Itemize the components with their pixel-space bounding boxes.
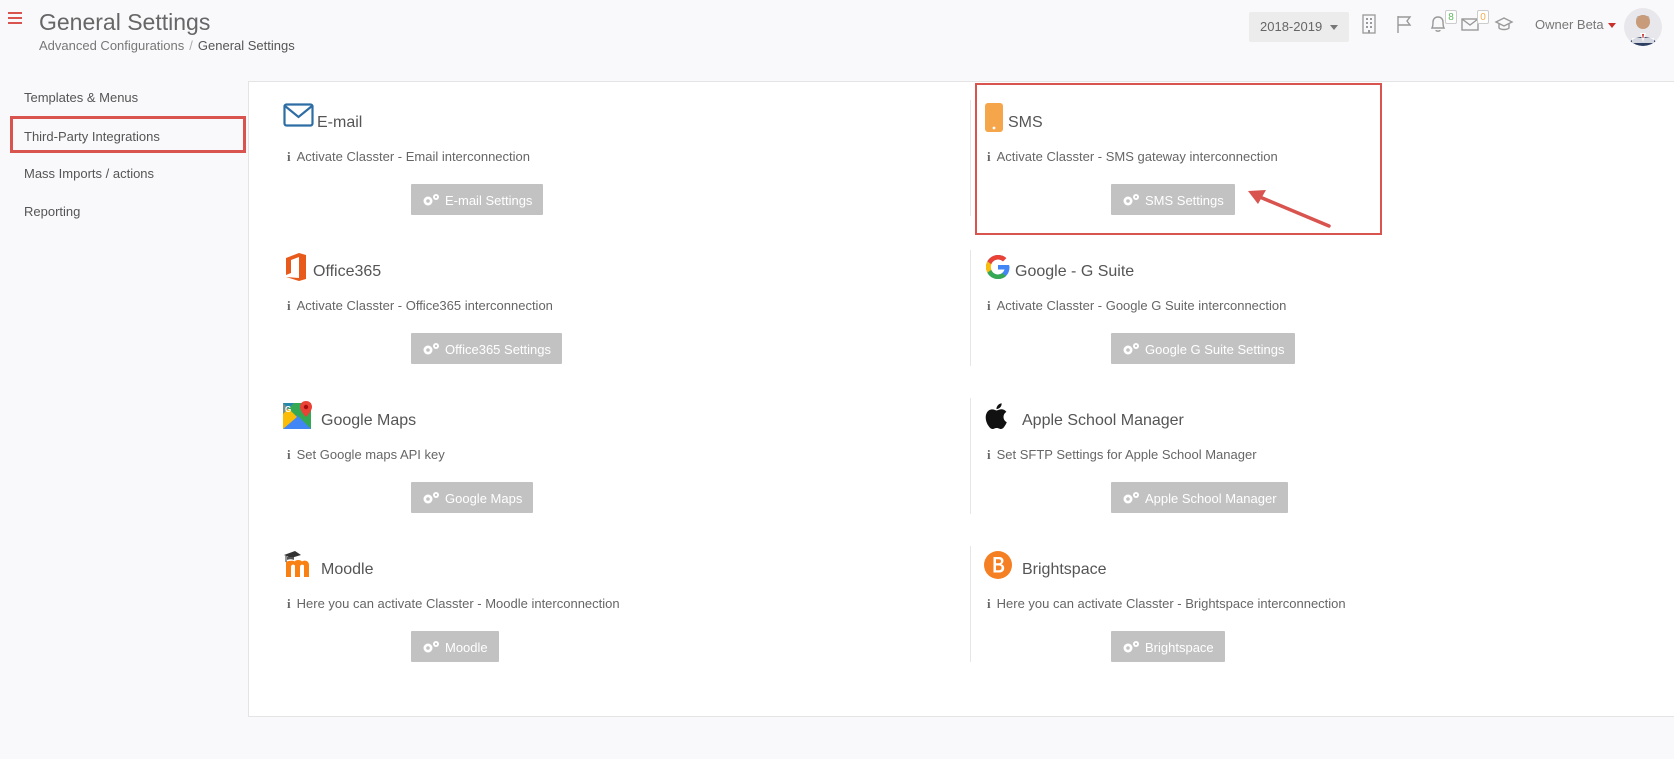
card-description-text: Activate Classter - Email interconnectio…	[296, 149, 530, 164]
flag-icon[interactable]	[1395, 14, 1417, 36]
cogs-icon	[1123, 641, 1139, 653]
card-description: i Activate Classter - Google G Suite inte…	[987, 298, 1286, 314]
graduation-cap-icon[interactable]	[1494, 14, 1516, 36]
button-label: Google G Suite Settings	[1145, 342, 1285, 357]
card-title: Apple School Manager	[1022, 412, 1184, 429]
brightspace-icon	[983, 550, 1015, 582]
annotation-arrow-icon	[1248, 190, 1331, 228]
google-maps-icon: G	[283, 401, 315, 433]
button-label: Office365 Settings	[445, 342, 551, 357]
envelope-icon[interactable]: 0	[1460, 10, 1489, 36]
card-description: i Activate Classter - Office365 interconn…	[287, 298, 553, 314]
column-divider	[970, 398, 971, 514]
card-description-text: Set SFTP Settings for Apple School Manag…	[996, 447, 1257, 462]
card-title: Moodle	[321, 561, 374, 578]
cogs-icon	[423, 492, 439, 504]
office365-settings-button[interactable]: Office365 Settings	[411, 333, 562, 364]
info-icon: i	[987, 596, 991, 611]
apple-icon	[983, 401, 1015, 433]
messages-badge: 0	[1477, 10, 1489, 24]
chevron-down-icon	[1330, 25, 1339, 31]
sidebar-item-templates-menus[interactable]: Templates & Menus	[24, 90, 138, 105]
sidebar-item-label: Third-Party Integrations	[24, 129, 160, 144]
button-label: Brightspace	[1145, 640, 1214, 655]
card-description-text: Activate Classter - Office365 interconne…	[296, 298, 553, 313]
info-icon: i	[287, 596, 291, 611]
cogs-icon	[1123, 492, 1139, 504]
school-year-value: 2018-2019	[1260, 19, 1323, 34]
page-title: General Settings	[39, 9, 211, 35]
chevron-down-icon	[1607, 23, 1616, 29]
envelope-icon	[283, 103, 315, 135]
building-icon[interactable]	[1360, 14, 1382, 36]
cogs-icon	[423, 343, 439, 355]
column-divider	[970, 250, 971, 366]
bell-icon[interactable]: 8	[1428, 10, 1457, 36]
breadcrumb-current: General Settings	[197, 38, 295, 53]
info-icon: i	[987, 298, 991, 313]
card-title: Brightspace	[1022, 561, 1107, 578]
svg-text:G: G	[285, 405, 291, 414]
cogs-icon	[423, 194, 439, 206]
google-icon	[983, 252, 1015, 284]
integration-card-google-gsuite: Google - G Suite i Activate Classter - Go…	[983, 252, 1603, 382]
sidebar-item-mass-imports[interactable]: Mass Imports / actions	[24, 166, 154, 181]
integration-card-apple-school-manager: Apple School Manager i Set SFTP Settings …	[983, 401, 1603, 531]
card-description: i Here you can activate Classter - Bright…	[987, 596, 1346, 612]
card-description: i Activate Classter - Email interconnecti…	[287, 149, 530, 165]
card-description-text: Here you can activate Classter - Brights…	[996, 596, 1346, 611]
integration-card-google-maps: G Google Maps i Set Google maps API key G…	[283, 401, 903, 531]
google-maps-button[interactable]: Google Maps	[411, 482, 534, 513]
info-icon: i	[287, 447, 291, 462]
breadcrumb-link-advanced-configurations[interactable]: Advanced Configurations	[39, 38, 184, 53]
card-description-text: Here you can activate Classter - Moodle …	[296, 596, 620, 611]
column-divider	[970, 100, 971, 216]
user-menu[interactable]: Owner Beta	[1535, 17, 1616, 32]
school-year-select[interactable]: 2018-2019	[1249, 12, 1349, 42]
sidebar-item-third-party-integrations[interactable]: Third-Party Integrations	[10, 116, 246, 153]
avatar[interactable]	[1624, 8, 1662, 46]
office365-icon	[283, 252, 315, 284]
button-label: Google Maps	[445, 491, 523, 506]
card-description: i Here you can activate Classter - Moodle…	[287, 596, 620, 612]
google-gsuite-settings-button[interactable]: Google G Suite Settings	[1111, 333, 1296, 364]
integration-card-email: E-mail i Activate Classter - Email interc…	[283, 103, 903, 233]
card-description: i Set Google maps API key	[287, 447, 445, 463]
notifications-badge: 8	[1445, 10, 1457, 24]
hamburger-menu-icon[interactable]	[8, 12, 22, 26]
apple-school-manager-button[interactable]: Apple School Manager	[1111, 482, 1288, 513]
card-description: i Set SFTP Settings for Apple School Mana…	[987, 447, 1257, 463]
info-icon: i	[987, 447, 991, 462]
button-label: E-mail Settings	[445, 193, 533, 208]
user-name: Owner Beta	[1535, 17, 1604, 32]
card-description-text: Activate Classter - Google G Suite inter…	[996, 298, 1287, 313]
button-label: Moodle	[445, 640, 488, 655]
cogs-icon	[423, 641, 439, 653]
email-settings-button[interactable]: E-mail Settings	[411, 184, 544, 215]
moodle-icon	[283, 550, 315, 582]
integration-card-moodle: Moodle i Here you can activate Classter -…	[283, 550, 903, 680]
info-icon: i	[287, 298, 291, 313]
column-divider	[970, 546, 971, 662]
moodle-button[interactable]: Moodle	[411, 631, 499, 662]
card-title: Office365	[313, 263, 382, 280]
cogs-icon	[1123, 343, 1139, 355]
card-description-text: Set Google maps API key	[296, 447, 445, 462]
sidebar-item-reporting[interactable]: Reporting	[24, 204, 80, 219]
card-title: Google - G Suite	[1015, 263, 1135, 280]
breadcrumb: Advanced Configurations / General Settings	[39, 38, 295, 53]
card-title: E-mail	[317, 114, 363, 131]
integration-card-office365: Office365 i Activate Classter - Office365…	[283, 252, 903, 382]
integration-card-brightspace: Brightspace i Here you can activate Class…	[983, 550, 1603, 680]
card-title: Google Maps	[321, 412, 417, 429]
info-icon: i	[287, 149, 291, 164]
button-label: Apple School Manager	[1145, 491, 1277, 506]
brightspace-button[interactable]: Brightspace	[1111, 631, 1225, 662]
